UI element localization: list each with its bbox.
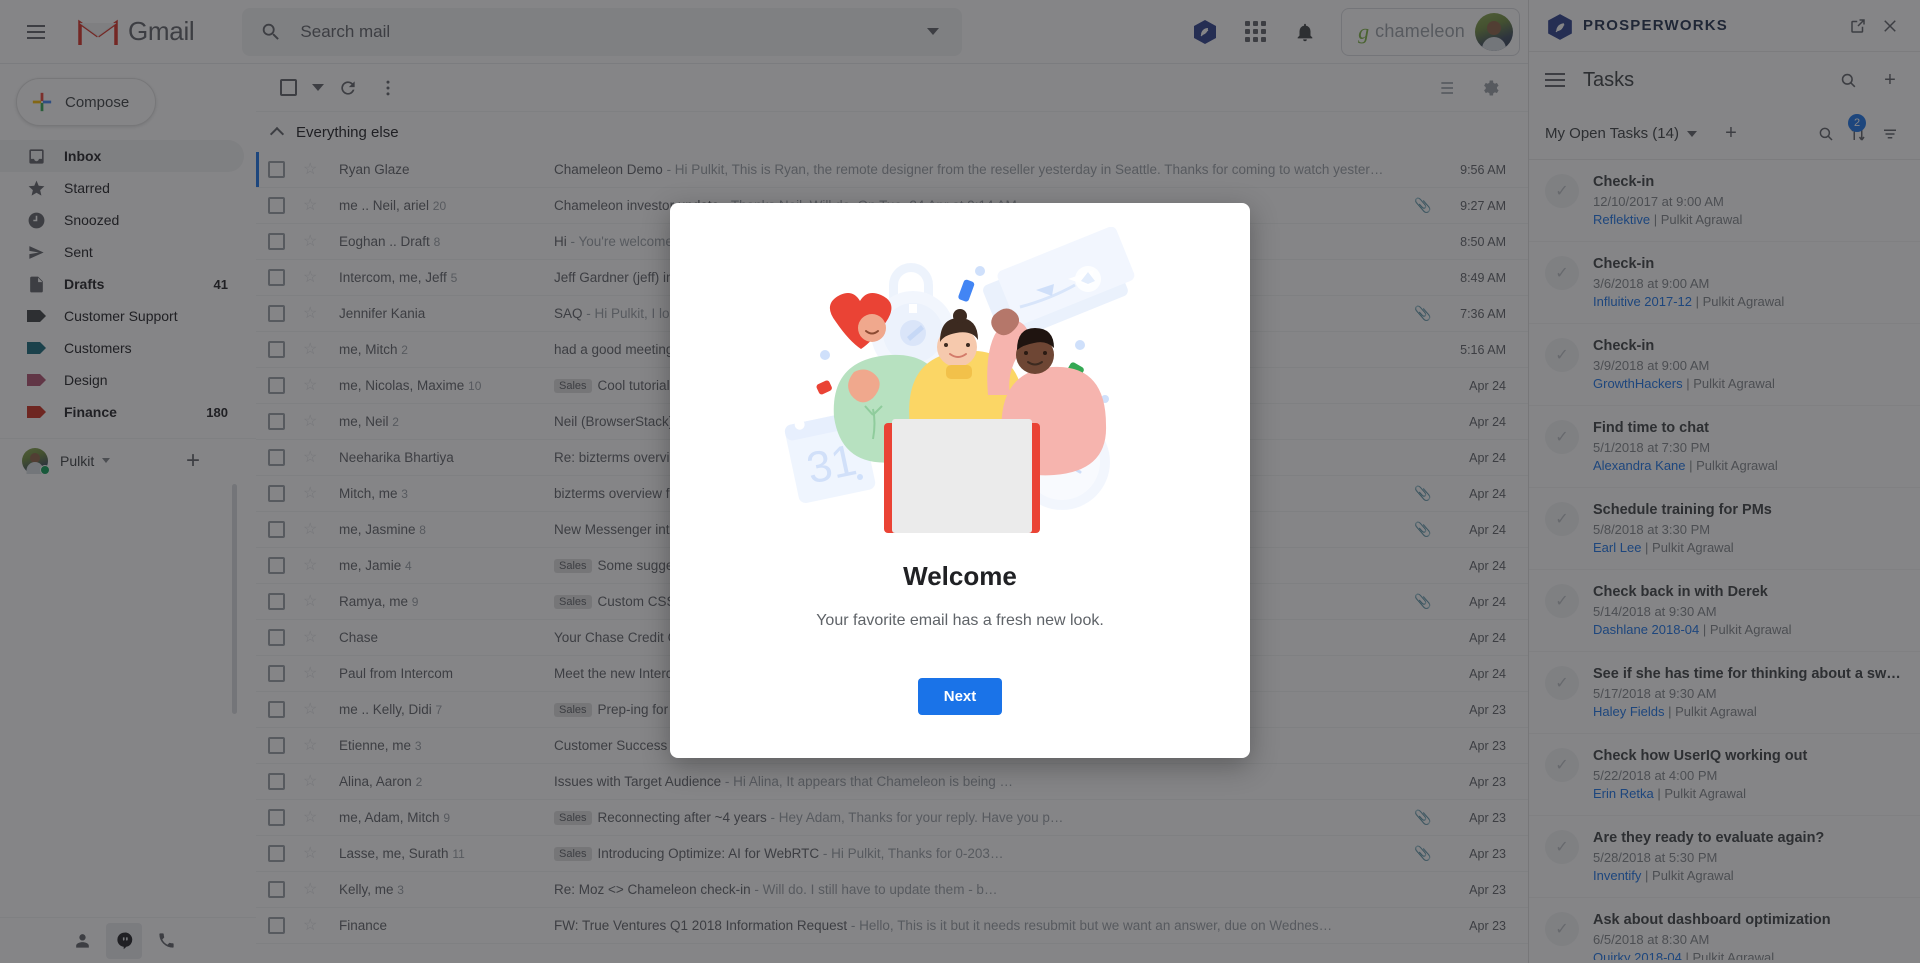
welcome-people-illustration: 31: [750, 226, 1170, 557]
modal-subtitle: Your favorite email has a fresh new look…: [816, 612, 1104, 629]
page-title: Welcome: [903, 561, 1017, 591]
gmail-app: Gmail: [0, 0, 1920, 963]
next-button[interactable]: Next: [917, 678, 1003, 715]
welcome-modal: 31 Welcome Your favorite email has a fre…: [670, 203, 1250, 758]
